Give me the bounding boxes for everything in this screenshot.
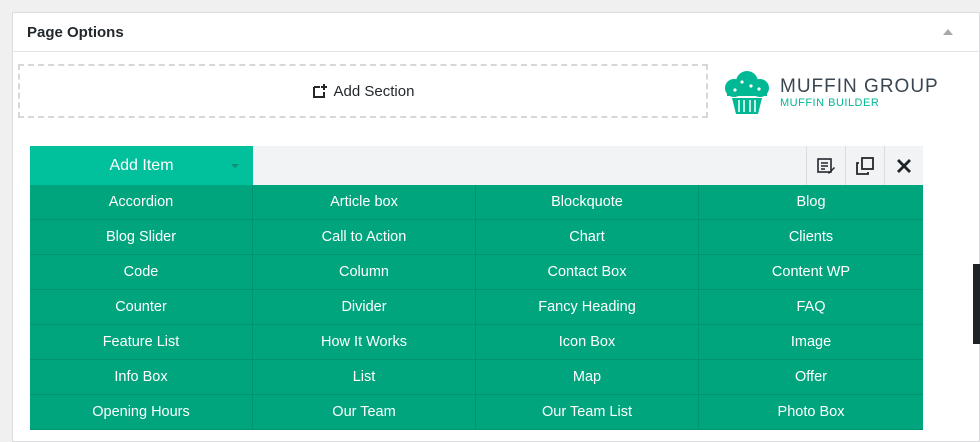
muffin-group-logo: MUFFIN GROUP MUFFIN BUILDER (722, 68, 942, 118)
item-type-option[interactable]: Feature List (30, 325, 253, 360)
item-type-option[interactable]: Counter (30, 290, 253, 325)
duplicate-icon (856, 156, 874, 175)
item-grid: Accordion Article box Blockquote Blog Blog S… (30, 185, 923, 430)
item-type-option[interactable]: Photo Box (699, 395, 923, 430)
item-type-option[interactable]: Blog (699, 185, 923, 220)
muffin-logo-icon (725, 71, 769, 114)
item-type-option[interactable]: Opening Hours (30, 395, 253, 430)
panel-header[interactable]: Page Options (13, 13, 979, 52)
collapse-arrow-icon[interactable] (943, 29, 953, 35)
item-type-option[interactable]: Code (30, 255, 253, 290)
item-type-option[interactable]: Blog Slider (30, 220, 253, 255)
add-section-label: Add Section (333, 82, 415, 100)
scroll-edge (973, 264, 980, 344)
item-type-option[interactable]: Icon Box (476, 325, 699, 360)
logo-title: MUFFIN GROUP (780, 76, 939, 97)
item-type-option[interactable]: Divider (253, 290, 476, 325)
item-type-option[interactable]: FAQ (699, 290, 923, 325)
item-type-option[interactable]: Info Box (30, 360, 253, 395)
item-type-option[interactable]: Our Team (253, 395, 476, 430)
item-type-option[interactable]: Clients (699, 220, 923, 255)
item-type-option[interactable]: Our Team List (476, 395, 699, 430)
add-section-icon (312, 84, 327, 98)
add-item-label: Add Item (109, 156, 174, 174)
item-type-option[interactable]: How It Works (253, 325, 476, 360)
add-item-button[interactable]: Add Item (30, 146, 253, 185)
item-type-option[interactable]: Map (476, 360, 699, 395)
item-type-option[interactable]: List (253, 360, 476, 395)
duplicate-button[interactable] (845, 146, 884, 185)
item-type-option[interactable]: Content WP (699, 255, 923, 290)
item-type-option[interactable]: Accordion (30, 185, 253, 220)
edit-icon (817, 157, 835, 174)
item-type-option[interactable]: Fancy Heading (476, 290, 699, 325)
item-type-option[interactable]: Column (253, 255, 476, 290)
item-wrapper: Add Item Accordion Article box Blockquot… (30, 146, 923, 436)
item-type-option[interactable]: Call to Action (253, 220, 476, 255)
logo-subtitle: MUFFIN BUILDER (780, 97, 880, 109)
item-type-option[interactable]: Offer (699, 360, 923, 395)
item-type-option[interactable]: Contact Box (476, 255, 699, 290)
close-icon (897, 158, 911, 173)
item-toolbar: Add Item (30, 146, 923, 185)
chevron-down-icon (231, 164, 239, 168)
add-section-button[interactable]: Add Section (18, 64, 708, 118)
panel-title: Page Options (27, 23, 124, 41)
edit-button[interactable] (806, 146, 845, 185)
item-type-option[interactable]: Blockquote (476, 185, 699, 220)
item-type-option[interactable]: Chart (476, 220, 699, 255)
item-type-option[interactable]: Article box (253, 185, 476, 220)
delete-button[interactable] (884, 146, 923, 185)
item-type-option[interactable]: Image (699, 325, 923, 360)
